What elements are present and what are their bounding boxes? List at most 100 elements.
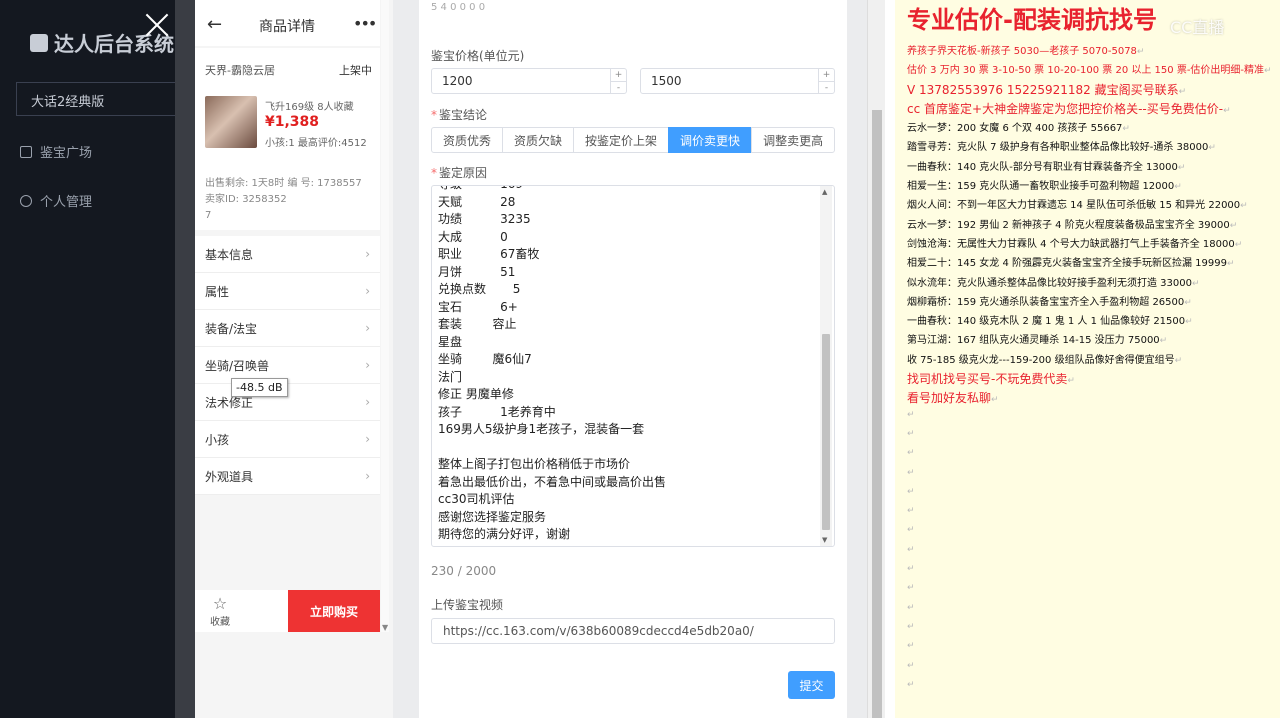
minus-icon[interactable]: - xyxy=(611,81,626,93)
paragraph-mark-icon: ↵ xyxy=(1174,182,1182,193)
empty-line: ↵ xyxy=(907,447,1280,466)
sidebar-item-label: 鉴宝广场 xyxy=(40,146,93,161)
chevron-right-icon: › xyxy=(365,321,370,335)
option-lacking[interactable]: 资质欠缺 xyxy=(502,127,575,153)
conclusion-label-text: 鉴宝结论 xyxy=(439,108,488,122)
paragraph-mark-icon: ↵ xyxy=(1067,376,1075,387)
item-sub: 小孩:1 最高评价:4512 xyxy=(265,138,367,149)
conclusion-radio-group: 资质优秀 资质欠缺 按鉴定价上架 调价卖更快 调整卖更高 xyxy=(431,127,836,153)
scroll-thumb[interactable] xyxy=(872,110,882,718)
price-min-value: 1200 xyxy=(442,74,473,88)
paragraph-mark-icon: ↵ xyxy=(1192,278,1200,289)
section-spell[interactable]: 法术修正 › xyxy=(195,384,380,421)
paragraph-mark-icon: ↵ xyxy=(1234,239,1243,250)
section-basic[interactable]: 基本信息 › xyxy=(195,236,380,273)
paragraph-mark-icon: ↵ xyxy=(907,564,915,575)
game-selector[interactable]: 大话2经典版 xyxy=(16,82,175,116)
reason-label-text: 鉴定原因 xyxy=(439,166,488,180)
chevron-right-icon: › xyxy=(365,358,370,372)
option-good[interactable]: 资质优秀 xyxy=(431,127,504,153)
paragraph-mark-icon: ↵ xyxy=(907,525,915,536)
sidebar-item-personal[interactable]: 个人管理 xyxy=(20,191,92,210)
paragraph-mark-icon: ↵ xyxy=(907,641,915,652)
sidebar-item-appraisal-square[interactable]: 鉴宝广场 xyxy=(20,142,92,161)
paragraph-mark-icon: ↵ xyxy=(1240,201,1248,212)
plus-icon[interactable]: + xyxy=(611,69,626,81)
paragraph-mark-icon: ↵ xyxy=(907,448,915,459)
note-line: 似水流年：克火队通杀整体品像比较好接手盈利无须打造 33000↵ xyxy=(907,277,1200,289)
scroll-down-icon[interactable]: ▼ xyxy=(822,536,827,544)
price-min-input[interactable]: 1200 + - xyxy=(431,68,627,94)
form-area: 5 4 0 0 0 0 鉴宝价格(单位元) 1200 + - 1500 + - * 鉴… xyxy=(393,0,885,718)
empty-line: ↵ xyxy=(907,467,1280,486)
option-list-price[interactable]: 按鉴定价上架 xyxy=(573,127,670,153)
paragraph-mark-icon: ↵ xyxy=(907,506,915,517)
appraisal-form: 5 4 0 0 0 0 鉴宝价格(单位元) 1200 + - 1500 + - * 鉴… xyxy=(419,0,847,718)
video-url-input[interactable]: https://cc.163.com/v/638b60089cdeccd4e5d… xyxy=(431,618,835,644)
scroll-down-icon[interactable]: ▼ xyxy=(382,623,388,632)
meta-line: 出售剩余: 1天8时 编 号: 1738557 xyxy=(205,178,362,189)
paragraph-mark-icon: ↵ xyxy=(907,486,915,497)
volume-tooltip: -48.5 dB xyxy=(231,378,288,397)
empty-line: ↵ xyxy=(907,428,1280,447)
paragraph-mark-icon: ↵ xyxy=(1223,105,1231,116)
paragraph-mark-icon: ↵ xyxy=(1208,143,1216,154)
price-max-value: 1500 xyxy=(651,74,682,88)
close-icon[interactable] xyxy=(140,8,174,42)
note-line: 相爱二十：145 女龙 4 阶强霹克火装备宝宝齐全接手玩新区捡漏 19999↵ xyxy=(907,258,1235,270)
paragraph-mark-icon: ↵ xyxy=(1159,336,1168,347)
option-higher[interactable]: 调整卖更高 xyxy=(751,127,836,153)
paragraph-mark-icon: ↵ xyxy=(907,409,915,420)
note-line: 烟火人间：不到一年区大力甘霖遗忘 14 星队伍可杀低敏 15 和异光 22000… xyxy=(907,200,1248,212)
item-card: 天界-霸隐云居 上架中 飞升169级 8人收藏 ¥1,388 小孩:1 最高评价… xyxy=(195,48,380,230)
logo-icon xyxy=(30,33,48,52)
user-icon xyxy=(20,194,32,207)
mobile-scrollbar[interactable]: ▼ xyxy=(381,0,389,632)
item-price: ¥1,388 xyxy=(265,114,320,130)
note-line: 剑蚀沧海：无属性大力甘霖队 4 个号大力缺武器打气上手装备齐全 18000↵ xyxy=(907,238,1243,250)
char-count: 230 / 2000 xyxy=(431,564,497,578)
note-line: 一曲春秋：140 级克木队 2 魔 1 鬼 1 人 1 仙品像较好 21500↵ xyxy=(907,316,1193,328)
favorite-button[interactable]: ☆ 收藏 xyxy=(195,590,245,632)
server-name: 天界-霸隐云居 xyxy=(205,64,275,77)
paragraph-mark-icon: ↵ xyxy=(907,602,915,613)
section-mount[interactable]: 坐骑/召唤兽 › xyxy=(195,347,380,384)
minus-icon[interactable]: - xyxy=(819,81,834,93)
mobile-preview: ← 商品详情 ••• 天界-霸隐云居 上架中 飞升169级 8人收藏 ¥1,38… xyxy=(195,0,393,718)
price-max-input[interactable]: 1500 + - xyxy=(640,68,835,94)
chevron-right-icon: › xyxy=(365,395,370,409)
note-line: 烟柳霜桥：159 克火通杀队装备宝宝齐全入手盈利物超 26500↵ xyxy=(907,296,1192,308)
note-line: 相爱一生：159 克火队通一畜牧职业接手可盈利物超 12000↵ xyxy=(907,181,1182,193)
item-desc: 飞升169级 8人收藏 xyxy=(265,102,354,113)
section-label: 小孩 xyxy=(205,432,230,447)
reason-textarea[interactable]: 等级 169 天赋 28 功绩 3235 大成 0 职业 67畜牧 月饼 51 … xyxy=(431,185,835,547)
section-child[interactable]: 小孩 › xyxy=(195,421,380,458)
stepper[interactable]: + - xyxy=(610,69,626,93)
sidebar-item-label: 个人管理 xyxy=(40,195,93,210)
watermark: CC直播 xyxy=(1170,18,1225,37)
stepper[interactable]: + - xyxy=(818,69,834,93)
paragraph-mark-icon: ↵ xyxy=(1264,66,1272,77)
textarea-scrollbar[interactable]: ▲ ▼ xyxy=(820,186,832,546)
option-faster[interactable]: 调价卖更快 xyxy=(668,127,753,153)
more-icon[interactable]: ••• xyxy=(353,14,377,33)
back-arrow-icon[interactable]: ← xyxy=(207,14,222,35)
note-line: V 13782553976 15225921182 藏宝阁买号联系↵ xyxy=(907,82,1187,97)
buy-now-button[interactable]: 立即购买 xyxy=(288,590,380,632)
mobile-footer: ☆ 收藏 立即购买 xyxy=(195,590,380,632)
scroll-up-icon[interactable]: ▲ xyxy=(822,188,827,196)
scroll-thumb[interactable] xyxy=(822,334,830,530)
submit-button[interactable]: 提交 xyxy=(788,671,835,699)
section-equip[interactable]: 装备/法宝 › xyxy=(195,310,380,347)
page-scrollbar[interactable] xyxy=(867,0,885,718)
note-line: 踏雪寻芳：克火队 7 级护身有各种职业整体品像比较好-通杀 38000↵ xyxy=(907,142,1216,154)
chevron-right-icon: › xyxy=(365,284,370,298)
paragraph-mark-icon: ↵ xyxy=(1174,355,1183,366)
note-line: 看号加好友私聊↵ xyxy=(907,391,999,406)
plus-icon[interactable]: + xyxy=(819,69,834,81)
reason-text: 等级 169 天赋 28 功绩 3235 大成 0 职业 67畜牧 月饼 51 … xyxy=(438,186,667,541)
section-attr[interactable]: 属性 › xyxy=(195,273,380,310)
paragraph-mark-icon: ↵ xyxy=(907,544,915,555)
section-appearance[interactable]: 外观道具 › xyxy=(195,458,380,495)
note-line: cc 首席鉴定+大神金牌鉴定为您把控价格关--买号免费估价-↵ xyxy=(907,101,1231,116)
